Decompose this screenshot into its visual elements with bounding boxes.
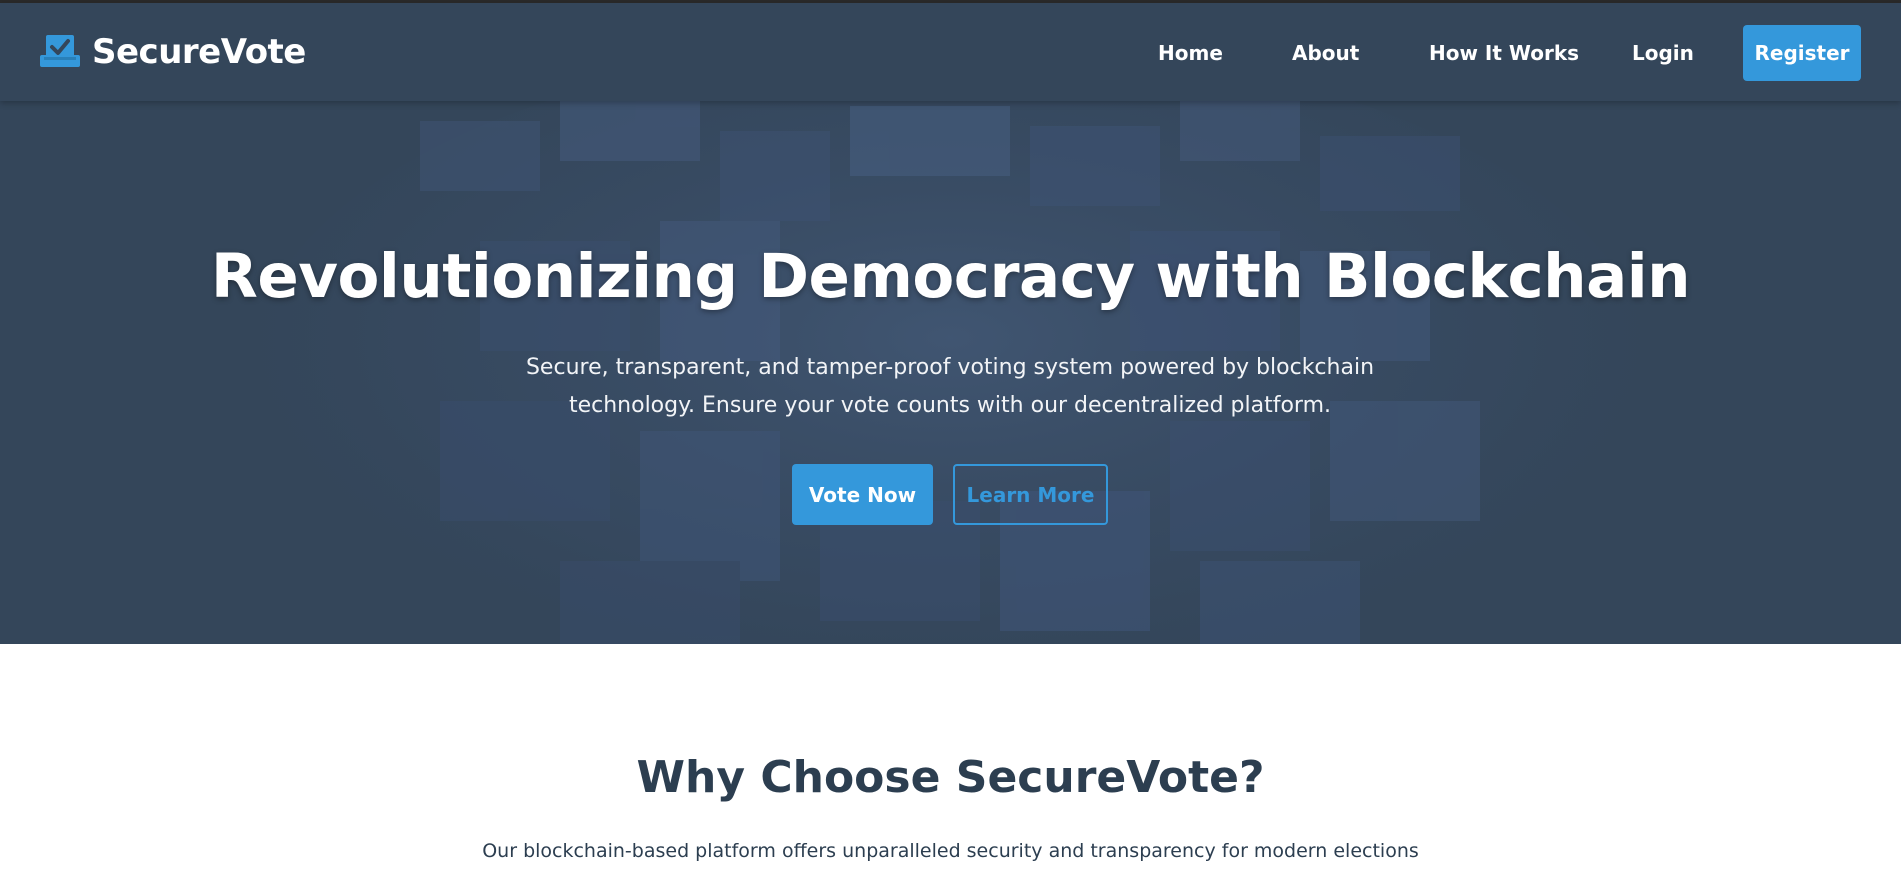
brand-logo[interactable]: SecureVote: [38, 33, 306, 71]
vote-now-button[interactable]: Vote Now: [792, 464, 933, 525]
nav-link-how-it-works[interactable]: How It Works: [1429, 43, 1579, 63]
navbar: SecureVote Home About How It Works Login…: [0, 3, 1901, 101]
why-section-subtitle: Our blockchain-based platform offers unp…: [482, 840, 1419, 862]
brand-name: SecureVote: [92, 32, 306, 72]
nav-link-home[interactable]: Home: [1158, 43, 1223, 63]
register-button[interactable]: Register: [1743, 25, 1861, 81]
hero-subtitle: Secure, transparent, and tamper-proof vo…: [525, 355, 1375, 418]
why-section-title: Why Choose SecureVote?: [636, 752, 1265, 803]
learn-more-button[interactable]: Learn More: [953, 464, 1108, 525]
hero-section: Revolutionizing Democracy with Blockchai…: [0, 101, 1901, 644]
hero-title: Revolutionizing Democracy with Blockchai…: [210, 241, 1691, 312]
nav-link-about[interactable]: About: [1292, 43, 1359, 63]
ballot-check-icon: [40, 35, 80, 67]
nav-link-login[interactable]: Login: [1632, 43, 1694, 63]
